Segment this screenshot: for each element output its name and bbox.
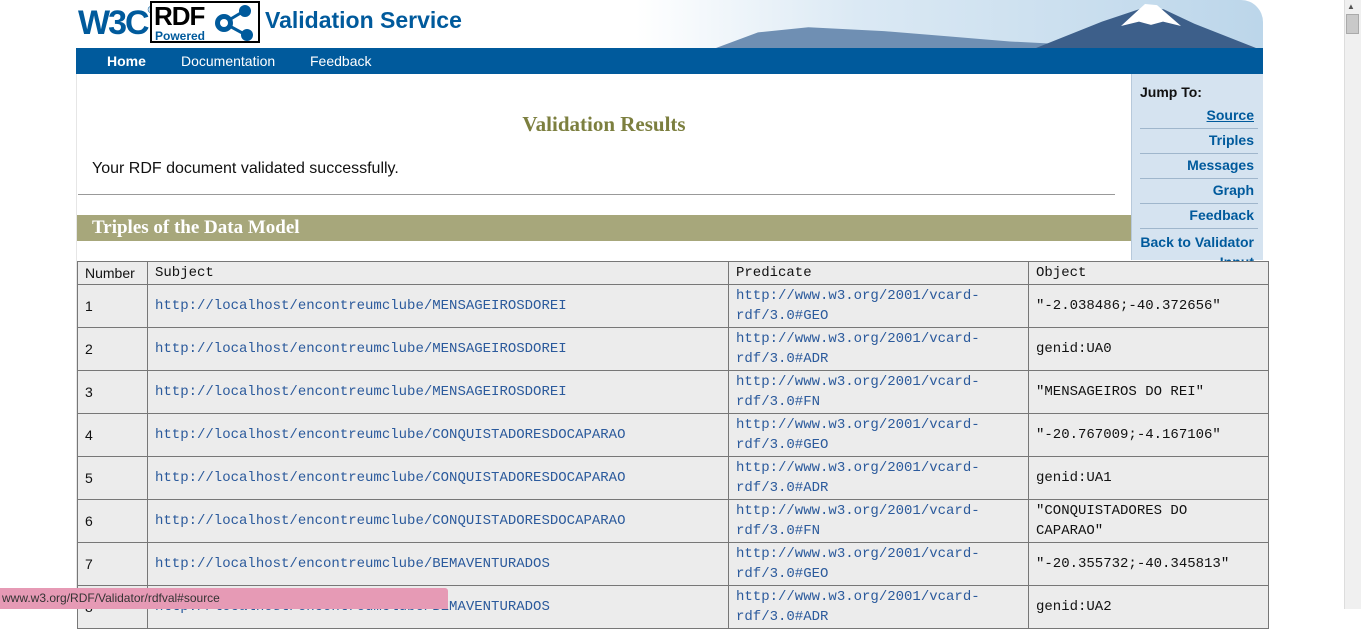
rdf-graph-icon xyxy=(215,5,253,41)
cell-object: genid:UA0 xyxy=(1028,327,1269,371)
table-row: 3 http://localhost/encontreumclube/MENSA… xyxy=(77,370,1269,414)
cell-subject[interactable]: http://localhost/encontreumclube/BEMAVEN… xyxy=(147,542,729,586)
divider xyxy=(1140,178,1258,179)
table-row: 4 http://localhost/encontreumclube/CONQU… xyxy=(77,413,1269,457)
section-header: Triples of the Data Model xyxy=(77,215,1132,241)
status-bar-url: www.w3.org/RDF/Validator/rdfval#source xyxy=(0,588,448,609)
cell-predicate[interactable]: http://www.w3.org/2001/vcard-rdf/3.0#GEO xyxy=(728,542,1029,586)
jump-to-panel: Jump To: Source Triples Messages Graph F… xyxy=(1131,74,1263,270)
triples-table: Number Subject Predicate Object 1 http:/… xyxy=(77,261,1269,629)
jump-link-messages[interactable]: Messages xyxy=(1187,157,1254,173)
cell-subject[interactable]: http://localhost/encontreumclube/CONQUIS… xyxy=(147,499,729,543)
table-header-row: Number Subject Predicate Object xyxy=(77,261,1269,285)
cell-predicate[interactable]: http://www.w3.org/2001/vcard-rdf/3.0#ADR xyxy=(728,456,1029,500)
cell-number: 6 xyxy=(77,499,148,543)
site-title: Validation Service xyxy=(265,7,462,33)
cell-number: 5 xyxy=(77,456,148,500)
nav-feedback[interactable]: Feedback xyxy=(310,53,371,69)
cell-predicate[interactable]: http://www.w3.org/2001/vcard-rdf/3.0#GEO xyxy=(728,413,1029,457)
rdf-logo-powered-text: Powered xyxy=(155,29,206,43)
cell-object: genid:UA1 xyxy=(1028,456,1269,500)
cell-object: genid:UA2 xyxy=(1028,585,1269,629)
cell-number: 2 xyxy=(77,327,148,371)
cell-subject[interactable]: http://localhost/encontreumclube/MENSAGE… xyxy=(147,327,729,371)
cell-subject[interactable]: http://localhost/encontreumclube/MENSAGE… xyxy=(147,284,729,328)
cell-predicate[interactable]: http://www.w3.org/2001/vcard-rdf/3.0#FN xyxy=(728,499,1029,543)
page-title: Validation Results xyxy=(522,112,686,136)
w3c-logo[interactable]: W3C® xyxy=(78,4,155,42)
cell-object: "CONQUISTADORES DO CAPARAO" xyxy=(1028,499,1269,543)
jump-link-feedback[interactable]: Feedback xyxy=(1189,207,1254,223)
cell-predicate[interactable]: http://www.w3.org/2001/vcard-rdf/3.0#ADR xyxy=(728,585,1029,629)
nav-documentation[interactable]: Documentation xyxy=(181,53,275,69)
section-title: Triples of the Data Model xyxy=(92,217,300,238)
jump-link-triples[interactable]: Triples xyxy=(1209,132,1254,148)
cell-object: "-20.767009;-4.167106" xyxy=(1028,413,1269,457)
table-row: 6 http://localhost/encontreumclube/CONQU… xyxy=(77,499,1269,543)
rdf-logo-text: RDF xyxy=(154,1,205,31)
jump-link-source[interactable]: Source xyxy=(1207,107,1254,123)
cell-number: 4 xyxy=(77,413,148,457)
cell-predicate[interactable]: http://www.w3.org/2001/vcard-rdf/3.0#GEO xyxy=(728,284,1029,328)
cell-subject[interactable]: http://localhost/encontreumclube/CONQUIS… xyxy=(147,413,729,457)
rdf-powered-logo[interactable]: RDF Powered xyxy=(150,1,260,43)
validation-message: Your RDF document validated successfully… xyxy=(92,160,399,177)
cell-number: 1 xyxy=(77,284,148,328)
jump-link-graph[interactable]: Graph xyxy=(1213,182,1254,198)
jump-to-title: Jump To: xyxy=(1140,84,1202,100)
vertical-scrollbar[interactable] xyxy=(1344,0,1361,609)
column-header-predicate: Predicate xyxy=(728,261,1029,285)
w3c-logo-text: W3C xyxy=(78,4,150,42)
cell-number: 7 xyxy=(77,542,148,586)
divider xyxy=(1140,228,1258,229)
cell-object: "MENSAGEIROS DO REI" xyxy=(1028,370,1269,414)
nav-home[interactable]: Home xyxy=(107,53,146,69)
scroll-up-arrow-icon[interactable]: ▲ xyxy=(1347,2,1355,11)
divider xyxy=(1140,203,1258,204)
cell-object: "-20.355732;-40.345813" xyxy=(1028,542,1269,586)
main-nav: Home Documentation Feedback xyxy=(76,48,1263,74)
cell-predicate[interactable]: http://www.w3.org/2001/vcard-rdf/3.0#FN xyxy=(728,370,1029,414)
table-row: 1 http://localhost/encontreumclube/MENSA… xyxy=(77,284,1269,328)
cell-predicate[interactable]: http://www.w3.org/2001/vcard-rdf/3.0#ADR xyxy=(728,327,1029,371)
table-row: 2 http://localhost/encontreumclube/MENSA… xyxy=(77,327,1269,371)
cell-subject[interactable]: http://localhost/encontreumclube/MENSAGE… xyxy=(147,370,729,414)
divider xyxy=(1140,128,1258,129)
cell-subject[interactable]: http://localhost/encontreumclube/CONQUIS… xyxy=(147,456,729,500)
column-header-subject: Subject xyxy=(147,261,729,285)
scrollbar-thumb[interactable] xyxy=(1346,14,1359,34)
table-row: 7 http://localhost/encontreumclube/BEMAV… xyxy=(77,542,1269,586)
divider xyxy=(78,194,1115,195)
column-header-number: Number xyxy=(77,261,148,285)
cell-number: 3 xyxy=(77,370,148,414)
table-row: 5 http://localhost/encontreumclube/CONQU… xyxy=(77,456,1269,500)
cell-object: "-2.038486;-40.372656" xyxy=(1028,284,1269,328)
divider xyxy=(1140,153,1258,154)
column-header-object: Object xyxy=(1028,261,1269,285)
